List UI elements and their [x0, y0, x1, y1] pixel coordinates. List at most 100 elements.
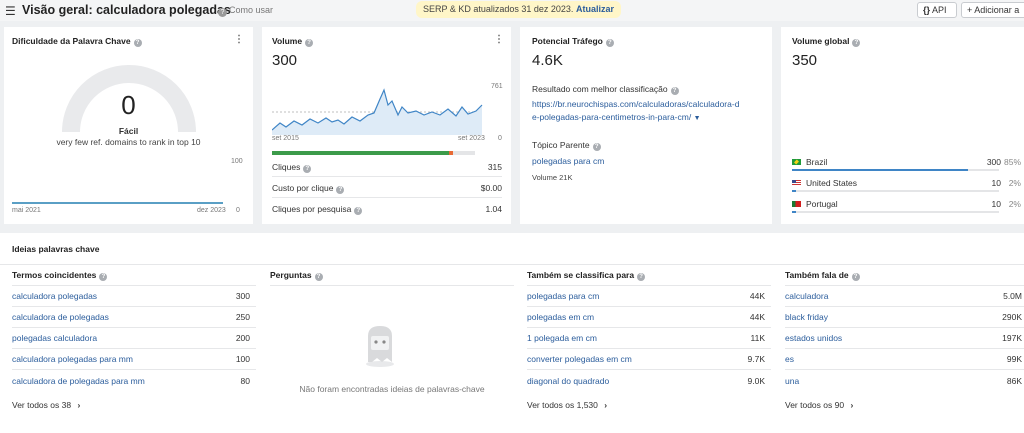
brazil-pct: 85%: [1003, 157, 1021, 167]
volume-title: Volume?: [272, 36, 314, 47]
matching-keyword-link[interactable]: calculadora de polegadas: [12, 312, 109, 322]
see-all-also-rank-link[interactable]: Ver todos os 1,530 ›: [527, 400, 607, 410]
help-icon: ?: [133, 39, 142, 47]
volume-axis-min: 0: [498, 135, 502, 142]
traffic-value: 4.6K: [532, 52, 563, 69]
also-talk-keyword-volume: 5.0M: [1003, 291, 1022, 301]
help-icon: ?: [303, 165, 312, 173]
also-talk-keyword-volume: 86K: [1006, 376, 1022, 386]
matching-keyword-link[interactable]: calculadora de polegadas para mm: [12, 376, 145, 386]
also-rank-keyword-volume: 44K: [749, 312, 765, 322]
kd-axis-min: 0: [236, 207, 240, 214]
portugal-pct: 2%: [1008, 199, 1021, 209]
global-volume-title: Volume global?: [792, 36, 861, 47]
country-row-brazil[interactable]: Brazil: [792, 157, 827, 167]
row-divider: [272, 197, 502, 198]
chevron-right-icon: ›: [77, 400, 81, 410]
row-divider: [527, 327, 771, 328]
also-rank-keyword-link[interactable]: 1 polegada em cm: [527, 333, 597, 343]
also-rank-keyword-link[interactable]: converter polegadas em cm: [527, 354, 632, 364]
help-icon: ?: [314, 273, 323, 281]
matching-keyword-volume: 200: [235, 333, 250, 343]
see-all-also-talk-link[interactable]: Ver todos os 90 ›: [785, 400, 853, 410]
matching-keyword-link[interactable]: calculadora polegadas para mm: [12, 354, 133, 364]
brazil-share-fill: [792, 169, 968, 171]
see-all-matching-link[interactable]: Ver todos os 38 ›: [12, 400, 80, 410]
update-banner: SERP & KD atualizados 31 dez 2023. Atual…: [416, 1, 621, 18]
united-states-volume: 10: [991, 178, 1001, 188]
also-talk-keyword-link[interactable]: es: [785, 354, 794, 364]
parent-topic-link[interactable]: polegadas para cm: [532, 156, 604, 166]
also-rank-keyword-volume: 11K: [750, 333, 766, 343]
best-result-label: Resultado com melhor classificação?: [532, 84, 679, 95]
also-rank-keyword-link[interactable]: polegadas para cm: [527, 291, 599, 301]
volume-trend-chart: [272, 88, 484, 135]
matching-keyword-link[interactable]: polegadas calculadora: [12, 333, 97, 343]
matching-keyword-volume: 80: [240, 376, 250, 386]
matching-keyword-volume: 300: [235, 291, 250, 301]
also-talk-keyword-link[interactable]: calculadora: [785, 291, 828, 301]
parent-topic-label: Tópico Parente?: [532, 140, 601, 151]
row-divider: [785, 348, 1024, 349]
also-rank-keyword-link[interactable]: polegadas em cm: [527, 312, 594, 322]
matching-terms-header: Termos coincidentes?: [12, 270, 108, 281]
clicks-per-search-value: 1.04: [485, 204, 502, 214]
row-divider: [785, 369, 1024, 370]
brazil-share-track: [792, 169, 999, 171]
how-to-use-link[interactable]: ? Como usar: [218, 5, 273, 17]
update-link[interactable]: Atualizar: [576, 4, 614, 14]
help-icon: ?: [305, 39, 314, 47]
best-result-url-line2[interactable]: e-polegadas-para-centimetros-in-para-cm/…: [532, 112, 701, 122]
country-row-united-states[interactable]: United States: [792, 178, 857, 188]
more-options-icon[interactable]: ⋮: [494, 34, 504, 45]
portugal-volume: 10: [991, 199, 1001, 209]
keyword-ideas-card: [0, 233, 1024, 433]
clicks-per-search-label: Cliques por pesquisa?: [272, 204, 363, 215]
row-divider: [527, 348, 771, 349]
volume-x-start: set 2015: [272, 135, 299, 142]
row-divider: [12, 348, 256, 349]
add-to-list-button[interactable]: + Adicionar a: [961, 2, 1024, 18]
volume-card: Volume? ⋮ 300 761 set 2015 set 2023 0 Cl…: [262, 27, 511, 224]
help-icon: ?: [670, 87, 679, 95]
more-options-icon[interactable]: ⋮: [234, 34, 244, 45]
matching-keyword-link[interactable]: calculadora polegadas: [12, 291, 97, 301]
row-divider: [270, 285, 514, 286]
row-divider: [272, 176, 502, 177]
traffic-title: Potencial Tráfego?: [532, 36, 614, 47]
row-divider: [12, 369, 256, 370]
code-icon: {}: [923, 5, 931, 15]
chevron-right-icon: ›: [604, 400, 608, 410]
kd-x-end: dez 2023: [197, 207, 226, 214]
row-divider: [527, 285, 771, 286]
kd-value: 0: [121, 90, 136, 120]
cpc-value: $0.00: [480, 183, 502, 193]
questions-header: Perguntas?: [270, 270, 323, 281]
page-title: Visão geral: calculadora polegadas: [22, 3, 231, 17]
caret-down-icon: ▼: [693, 115, 701, 122]
brazil-flag-icon: [792, 159, 801, 165]
help-icon: ?: [218, 8, 227, 17]
row-divider: [527, 369, 771, 370]
clicks-split-fill: [272, 151, 449, 155]
chevron-right-icon: ›: [850, 400, 854, 410]
top-bar: ☰ Visão geral: calculadora polegadas ? Co…: [0, 0, 1024, 21]
empty-state-ghost-icon: [366, 326, 394, 367]
clicks-split-bar: [272, 151, 475, 155]
best-result-url-line1[interactable]: https://br.neurochispas.com/calculadoras…: [532, 99, 739, 109]
banner-text: SERP & KD atualizados 31 dez 2023.: [423, 4, 574, 14]
also-talk-keyword-volume: 99K: [1006, 354, 1022, 364]
cpc-label: Custo por clique?: [272, 183, 345, 194]
also-talk-keyword-link[interactable]: black friday: [785, 312, 828, 322]
also-rank-keyword-volume: 9.7K: [747, 354, 766, 364]
clicks-label: Cliques?: [272, 162, 312, 173]
portugal-flag-icon: [792, 201, 801, 207]
parent-topic-volume: Volume 21K: [532, 173, 573, 182]
hamburger-menu-icon[interactable]: ☰: [5, 4, 16, 18]
also-rank-keyword-link[interactable]: diagonal do quadrado: [527, 376, 609, 386]
country-row-portugal[interactable]: Portugal: [792, 199, 838, 209]
api-button[interactable]: {} API: [917, 2, 957, 18]
row-divider: [12, 306, 256, 307]
also-talk-keyword-link[interactable]: una: [785, 376, 799, 386]
also-talk-keyword-link[interactable]: estados unidos: [785, 333, 842, 343]
